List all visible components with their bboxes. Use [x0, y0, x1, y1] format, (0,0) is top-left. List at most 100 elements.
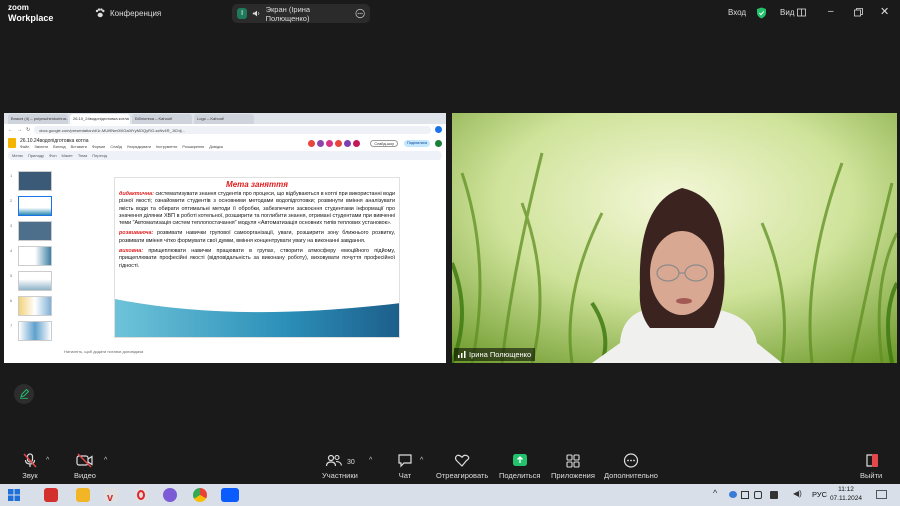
video-frame [452, 113, 897, 363]
viber-icon[interactable] [163, 488, 177, 502]
system-clock[interactable]: 11:12 07.11.2024 [830, 486, 862, 503]
slide-thumbnail[interactable] [18, 246, 52, 266]
developmental-keyword: розвиваюча: [119, 230, 154, 237]
share-doc-button[interactable]: Поділитися [404, 139, 430, 147]
participant-name: Ірина Полющенко [469, 350, 532, 359]
enter-label[interactable]: Вход [728, 8, 746, 17]
more-button[interactable]: Дополнительно [604, 453, 658, 480]
video-button[interactable]: Видео [74, 453, 96, 480]
slide-thumbnail[interactable] [18, 296, 52, 316]
menu-slide[interactable]: Слайд [110, 145, 121, 149]
menu-format[interactable]: Формат [92, 145, 106, 149]
clock-time: 11:12 [838, 486, 854, 493]
menu-extensions[interactable]: Розширення [182, 145, 204, 149]
zoom-taskbar-icon[interactable] [221, 488, 239, 502]
volume-icon[interactable]: ◀) [793, 489, 802, 498]
toolbar-layout[interactable]: Макет [62, 153, 73, 158]
leave-label: Выйти [860, 471, 883, 480]
slide-canvas[interactable]: Мета заняття дидактична: систематизувати… [114, 177, 400, 338]
toolbar-background[interactable]: Фон [49, 153, 56, 158]
file-explorer-icon[interactable] [76, 488, 90, 502]
react-button[interactable]: Отреагировать [436, 453, 488, 480]
leave-button[interactable]: Выйти [860, 453, 882, 480]
toolbar-transition[interactable]: Перехід [92, 153, 107, 158]
speaker-notes[interactable]: Натисніть, щоб додати нотатки доповідача [64, 349, 143, 354]
apps-icon [566, 454, 580, 468]
cloud-icon[interactable] [729, 491, 737, 498]
opera-icon[interactable] [134, 488, 148, 502]
participants-count: 30 [347, 458, 355, 466]
browser-tab[interactable]: Бібліотека – Kahoot! [132, 114, 192, 124]
participants-button[interactable]: 30 Участники [322, 453, 358, 480]
slide-thumbnail[interactable] [18, 221, 52, 241]
back-icon[interactable]: ← [8, 127, 13, 133]
share-number-badge: I [237, 8, 248, 19]
avatar[interactable] [326, 139, 334, 147]
menu-tools[interactable]: Інструменти [156, 145, 177, 149]
close-icon[interactable]: ✕ [880, 5, 889, 18]
pdf-reader-icon[interactable] [44, 488, 58, 502]
forward-icon[interactable]: → [17, 127, 22, 133]
slide-thumbnails: 1 2 3 4 5 6 7 [10, 171, 52, 351]
more-options-icon[interactable] [355, 8, 365, 19]
share-screen-button[interactable]: Поделиться [499, 453, 540, 480]
tray-chevron-icon[interactable]: ^ [713, 488, 717, 498]
react-label: Отреагировать [436, 471, 489, 480]
audio-button[interactable]: Звук [22, 453, 38, 480]
menu-edit[interactable]: Змінити [34, 145, 48, 149]
chat-button[interactable]: Чат [397, 453, 413, 480]
chat-options-caret[interactable]: ^ [420, 457, 423, 464]
minimize-icon[interactable]: – [828, 6, 834, 17]
chrome-icon[interactable] [193, 488, 207, 502]
meeting-controls: Звук ^ Видео ^ 30 Участники ^ Чат ^ Отре… [0, 448, 900, 484]
annotate-button[interactable] [14, 384, 34, 404]
slide-thumbnail[interactable] [18, 271, 52, 291]
notification-icon[interactable] [876, 490, 887, 500]
slide-thumbnail-selected[interactable] [18, 196, 52, 216]
avatar[interactable] [308, 139, 316, 147]
slide-thumbnail[interactable] [18, 321, 52, 341]
apps-button[interactable]: Приложения [551, 453, 595, 480]
slide-thumbnail[interactable] [18, 171, 52, 191]
toolbar-theme[interactable]: Тема [78, 153, 87, 158]
windows-start-icon[interactable] [8, 489, 20, 501]
restore-icon[interactable] [854, 8, 863, 17]
browser-tab[interactable]: Власні (4) – polynschenkoirina... [8, 114, 68, 124]
account-avatar[interactable] [435, 139, 442, 147]
view-menu[interactable]: Вид [780, 8, 807, 17]
toolbar-menus[interactable]: Меню [12, 153, 23, 158]
app-icon[interactable]: v [104, 488, 118, 504]
profile-avatar[interactable] [435, 126, 442, 133]
video-options-caret[interactable]: ^ [104, 457, 107, 464]
avatar[interactable] [344, 139, 352, 147]
avatar[interactable] [317, 139, 325, 147]
toolbar-zoom[interactable]: Приладу [28, 153, 44, 158]
logo-line2: Workplace [8, 13, 54, 23]
participants-options-caret[interactable]: ^ [369, 457, 372, 464]
screen-share-indicator[interactable]: I Экран (Ірина Полющенко) [232, 4, 370, 23]
browser-tab-active[interactable]: 26.10_24водопідготовка котла [70, 114, 130, 124]
shield-icon[interactable] [756, 7, 767, 19]
browser-tab[interactable]: Logo – Kahoot! [194, 114, 254, 124]
docs-header: 26.10.24водопідготовка котла Файл Змінит… [4, 135, 446, 151]
avatar[interactable] [335, 139, 343, 147]
avatar[interactable] [353, 139, 361, 147]
display-icon[interactable] [754, 491, 762, 499]
participant-video[interactable]: Ірина Полющенко [452, 113, 897, 363]
battery-icon[interactable] [741, 491, 749, 499]
menu-file[interactable]: Файл [20, 145, 29, 149]
audio-options-caret[interactable]: ^ [46, 457, 49, 464]
menu-insert[interactable]: Вставити [71, 145, 87, 149]
menu-arrange[interactable]: Упорядкувати [127, 145, 151, 149]
menu-help[interactable]: Довідка [209, 145, 223, 149]
conference-menu[interactable]: Конференция [95, 8, 161, 18]
url-field[interactable]: docs.google.com/presentation/d/1r-MUi9Nm… [34, 125, 431, 134]
menu-view[interactable]: Вигляд [53, 145, 65, 149]
language-indicator[interactable]: РУС [812, 490, 827, 499]
doc-title[interactable]: 26.10.24водопідготовка котла [20, 138, 223, 144]
didactic-paragraph: дидактична: систематизувати знання студе… [119, 191, 395, 227]
reload-icon[interactable]: ↻ [26, 127, 30, 133]
tray-app-icon[interactable] [770, 491, 778, 499]
slideshow-button[interactable]: Слайд-шоу [370, 139, 399, 147]
share-screen-label: Поделиться [499, 471, 541, 480]
